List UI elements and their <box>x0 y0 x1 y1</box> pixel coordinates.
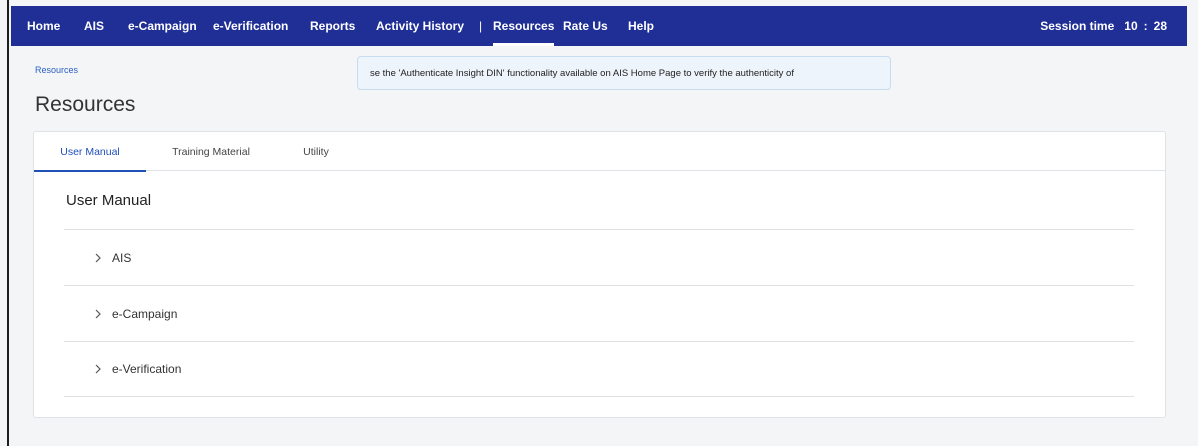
tab-user-manual[interactable]: User Manual <box>34 132 146 172</box>
nav-separator: | <box>479 19 483 33</box>
accordion-label: e-Verification <box>112 362 182 376</box>
session-minutes: 10 <box>1124 19 1138 33</box>
banner-text: se the 'Authenticate Insight DIN' functi… <box>370 67 794 79</box>
nav-activity-history[interactable]: Activity History <box>376 6 464 46</box>
app-frame: Home AIS e-Campaign e-Verification Repor… <box>7 0 1198 446</box>
chevron-right-icon <box>92 252 104 264</box>
accordion-label: e-Campaign <box>112 306 178 321</box>
top-nav: Home AIS e-Campaign e-Verification Repor… <box>11 6 1187 46</box>
nav-e-campaign[interactable]: e-Campaign <box>128 6 197 46</box>
accordion-label: AIS <box>112 250 132 265</box>
nav-resources[interactable]: Resources <box>493 6 555 46</box>
tab-utility[interactable]: Utility <box>276 132 356 171</box>
section-title: User Manual <box>66 192 152 209</box>
session-colon: : <box>1143 19 1148 33</box>
tab-bar: User Manual Training Material Utility <box>34 132 1165 172</box>
session-seconds: 28 <box>1153 19 1167 33</box>
resources-card: User Manual Training Material Utility Us… <box>33 131 1166 418</box>
tab-training-material[interactable]: Training Material <box>146 132 276 171</box>
nav-home[interactable]: Home <box>27 6 60 46</box>
session-label: Session time <box>1040 19 1115 33</box>
session-timer: Session time 10 : 28 <box>1040 6 1167 46</box>
nav-e-verification[interactable]: e-Verification <box>213 6 288 46</box>
chevron-right-icon <box>92 308 104 320</box>
accordion-item-e-verification[interactable]: e-Verification <box>64 341 1134 397</box>
nav-ais[interactable]: AIS <box>84 6 104 46</box>
breadcrumb[interactable]: Resources <box>35 65 78 75</box>
page-title: Resources <box>35 93 136 116</box>
nav-rate-us[interactable]: Rate Us <box>563 6 608 46</box>
accordion-item-ais[interactable]: AIS <box>64 229 1134 285</box>
nav-reports[interactable]: Reports <box>310 6 355 46</box>
info-banner: se the 'Authenticate Insight DIN' functi… <box>357 56 891 90</box>
nav-help[interactable]: Help <box>628 6 654 46</box>
chevron-right-icon <box>92 363 104 375</box>
session-time: 10 : 28 <box>1124 19 1167 33</box>
accordion-item-e-campaign[interactable]: e-Campaign <box>64 285 1134 341</box>
